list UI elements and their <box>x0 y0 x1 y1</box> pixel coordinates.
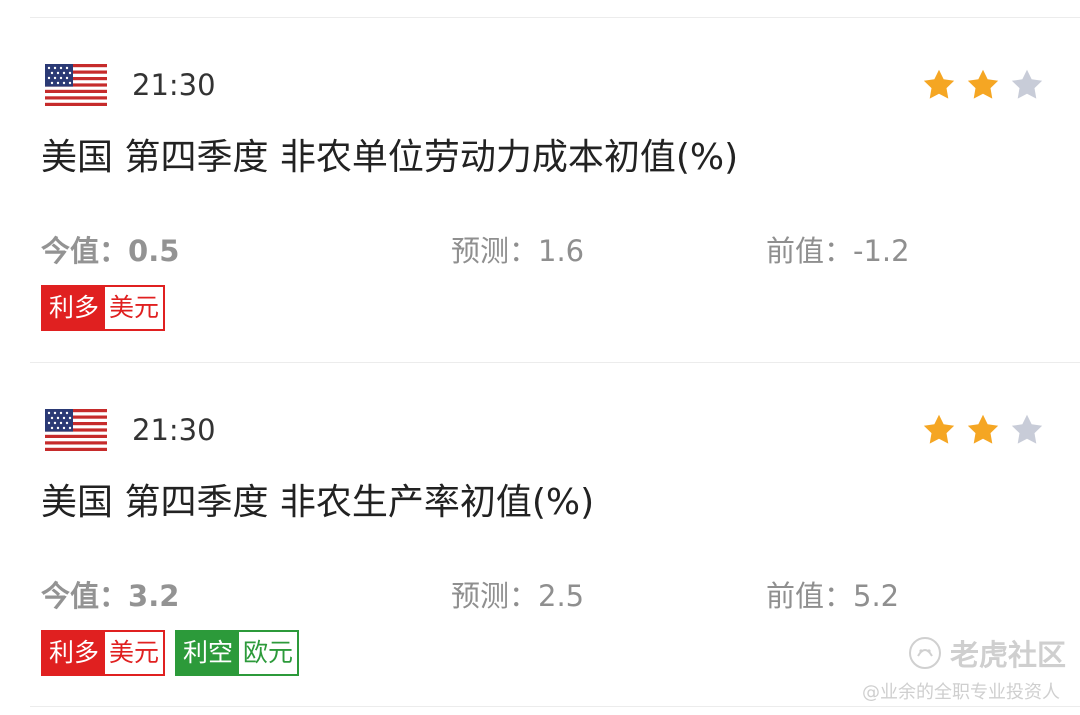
us-flag-icon <box>45 64 107 106</box>
event-title: 美国 第四季度 非农生产率初值(%) <box>41 482 595 523</box>
forecast-number: 1.6 <box>538 234 585 268</box>
tiger-logo-icon <box>909 637 941 669</box>
actual-label: 今值： <box>41 579 129 613</box>
previous-label: 前值： <box>766 234 854 268</box>
watermark-user: @业余的全职专业投资人 <box>862 682 1060 703</box>
event-card[interactable]: 21:30 美国 第四季度 非农单位劳动力成本初值(%) 今值：0.5 预测：1… <box>0 0 1080 362</box>
us-flag-icon <box>45 409 107 451</box>
actual-value: 今值：0.5 <box>41 237 179 266</box>
previous-number: -1.2 <box>853 234 910 268</box>
bottom-divider <box>30 706 1080 707</box>
impact-tag: 利多 美元 <box>41 285 166 331</box>
impact-tags: 利多 美元 <box>41 285 166 331</box>
impact-label: 利空 <box>177 632 240 674</box>
watermark: 老虎社区 <box>908 632 1066 674</box>
currency-label: 美元 <box>105 287 164 329</box>
event-time: 21:30 <box>132 68 216 102</box>
actual-value: 今值：3.2 <box>41 582 179 611</box>
impact-tag: 利空 欧元 <box>175 630 300 676</box>
star-filled-icon <box>967 414 999 444</box>
impact-tags: 利多 美元 利空 欧元 <box>41 630 300 676</box>
actual-number: 3.2 <box>128 579 180 613</box>
previous-value: 前值：-1.2 <box>766 237 910 266</box>
watermark-brand: 老虎社区 <box>950 638 1067 672</box>
forecast-label: 预测： <box>451 579 539 613</box>
actual-number: 0.5 <box>128 234 180 268</box>
star-empty-icon <box>1011 414 1043 444</box>
star-filled-icon <box>923 69 955 99</box>
actual-label: 今值： <box>41 234 129 268</box>
impact-label: 利多 <box>43 632 106 674</box>
previous-label: 前值： <box>766 579 854 613</box>
event-time: 21:30 <box>132 413 216 447</box>
importance-stars <box>921 412 1045 448</box>
previous-number: 5.2 <box>853 579 900 613</box>
star-empty-icon <box>1011 69 1043 99</box>
currency-label: 美元 <box>105 632 164 674</box>
forecast-number: 2.5 <box>538 579 585 613</box>
forecast-value: 预测：2.5 <box>451 582 584 611</box>
impact-label: 利多 <box>43 287 106 329</box>
impact-tag: 利多 美元 <box>41 630 166 676</box>
previous-value: 前值：5.2 <box>766 582 899 611</box>
star-filled-icon <box>967 69 999 99</box>
importance-stars <box>921 67 1045 103</box>
forecast-value: 预测：1.6 <box>451 237 584 266</box>
currency-label: 欧元 <box>239 632 298 674</box>
event-title: 美国 第四季度 非农单位劳动力成本初值(%) <box>41 137 739 178</box>
forecast-label: 预测： <box>451 234 539 268</box>
star-filled-icon <box>923 414 955 444</box>
